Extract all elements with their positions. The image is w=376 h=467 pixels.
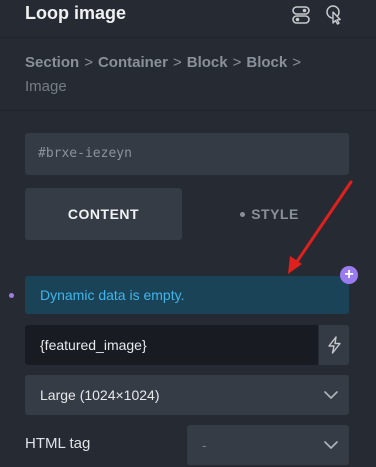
header-divider	[0, 37, 376, 38]
breadcrumb-item-container[interactable]: Container	[98, 54, 168, 71]
panel-header: Loop image	[0, 0, 376, 38]
dynamic-data-input[interactable]: {featured_image}	[25, 325, 318, 365]
breadcrumb-separator: >	[292, 54, 301, 71]
dynamic-data-notice: Dynamic data is empty.	[25, 276, 349, 314]
breadcrumb-separator: >	[232, 54, 242, 71]
pointer-icon[interactable]	[323, 4, 345, 26]
indicator-dot	[9, 293, 14, 298]
chevron-down-icon	[324, 391, 338, 399]
dynamic-data-button[interactable]	[318, 325, 349, 365]
html-tag-value: -	[202, 437, 207, 453]
chevron-down-icon	[324, 441, 338, 449]
breadcrumb-item-section[interactable]: Section	[25, 54, 79, 71]
style-dot-icon	[240, 211, 246, 217]
html-tag-select[interactable]: -	[187, 425, 349, 465]
breadcrumb-item-block[interactable]: Block	[246, 54, 287, 71]
bolt-icon	[328, 336, 341, 354]
html-tag-label: HTML tag	[25, 435, 91, 452]
tab-content[interactable]: CONTENT	[25, 188, 182, 240]
breadcrumb: Section > Container > Block > Block > Image	[25, 51, 355, 99]
breadcrumb-separator: >	[172, 54, 182, 71]
add-icon[interactable]: +	[340, 266, 358, 284]
section-divider	[0, 110, 376, 111]
panel-title: Loop image	[25, 3, 127, 23]
annotation-arrow	[288, 180, 353, 274]
breadcrumb-item-block[interactable]: Block	[187, 54, 228, 71]
breadcrumb-current: Image	[25, 78, 67, 95]
image-size-select[interactable]: Large (1024×1024)	[25, 375, 349, 415]
element-id-field[interactable]: #brxe-iezeyn	[25, 133, 349, 175]
breadcrumb-separator: >	[84, 54, 93, 71]
toggles-icon[interactable]	[290, 4, 312, 26]
image-size-value: Large (1024×1024)	[40, 387, 160, 403]
